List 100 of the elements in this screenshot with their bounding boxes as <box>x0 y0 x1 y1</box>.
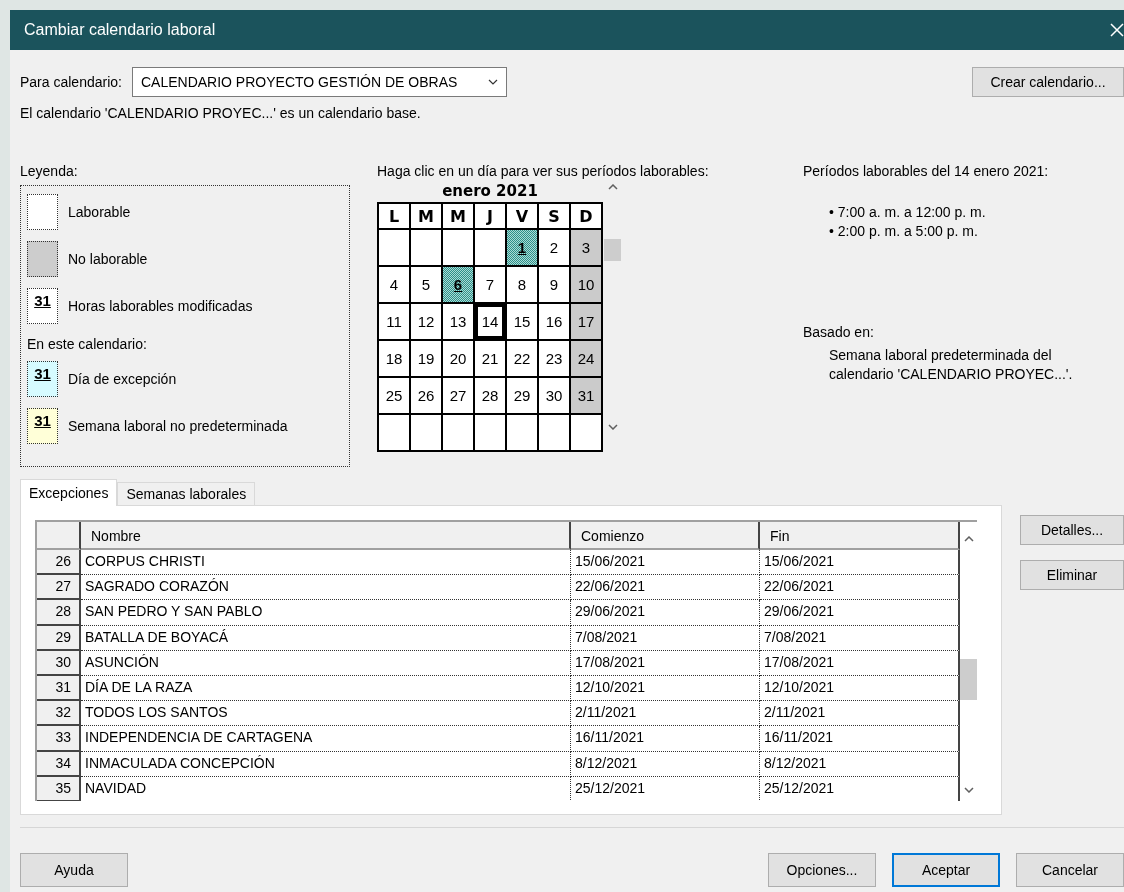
row-number: 29 <box>37 625 81 651</box>
row-number: 27 <box>37 575 81 601</box>
calendar-day[interactable]: 8 <box>507 267 537 302</box>
dialog-button[interactable]: Ayuda <box>20 853 128 887</box>
legend-sample: 31 <box>27 288 58 324</box>
legend-sample: 31 <box>27 408 58 444</box>
row-number: 26 <box>37 550 81 576</box>
weekday-header: J <box>475 204 505 228</box>
calendar-day[interactable]: 3 <box>571 230 601 265</box>
calendar-day[interactable]: 14 <box>475 304 505 339</box>
calendar-day[interactable]: 22 <box>507 341 537 376</box>
empty-day <box>475 415 505 450</box>
based-on-text: Semana laboral predeterminada del calendario 'CALENDARIO PROYEC...'. <box>829 346 1074 384</box>
table-cell: 29/06/2021 <box>571 600 760 626</box>
row-number: 33 <box>37 726 81 752</box>
header-cell <box>37 522 81 550</box>
weekday-header: M <box>443 204 473 228</box>
table-cell: 2/11/2021 <box>571 701 760 727</box>
table-cell: 2/11/2021 <box>760 701 960 727</box>
calendar-day[interactable]: 31 <box>571 378 601 413</box>
calendar-day[interactable]: 16 <box>539 304 569 339</box>
scrollbar-thumb[interactable] <box>604 239 621 261</box>
table-cell: 25/12/2021 <box>760 776 960 801</box>
table-cell: 7/08/2021 <box>571 625 760 651</box>
calendar-day[interactable]: 7 <box>475 267 505 302</box>
month-title: enero 2021 <box>441 181 539 202</box>
empty-day <box>539 415 569 450</box>
calendar-day[interactable]: 11 <box>379 304 409 339</box>
calendar-day[interactable]: 15 <box>507 304 537 339</box>
table-cell: BATALLA DE BOYACÁ <box>81 625 571 651</box>
calendar-day[interactable]: 10 <box>571 267 601 302</box>
dialog-button[interactable]: Cancelar <box>1016 853 1124 887</box>
empty-day <box>379 230 409 265</box>
dialog-button[interactable]: Opciones... <box>768 853 876 887</box>
legend-label: Horas laborables modificadas <box>68 298 253 314</box>
periods-title: Períodos laborables del 14 enero 2021: <box>803 162 1050 181</box>
tab[interactable]: Semanas laborales <box>117 482 256 505</box>
row-number: 35 <box>37 776 81 801</box>
legend-title: Leyenda: <box>20 162 79 180</box>
create-calendar-button[interactable]: Crear calendario... <box>972 67 1124 97</box>
calendar-day[interactable]: 27 <box>443 378 473 413</box>
calendar-day[interactable]: 17 <box>571 304 601 339</box>
empty-day <box>507 415 537 450</box>
delete-button[interactable]: Eliminar <box>1020 560 1124 590</box>
table-cell: 16/11/2021 <box>571 726 760 752</box>
calendar-day[interactable]: 21 <box>475 341 505 376</box>
calendar-day[interactable]: 30 <box>539 378 569 413</box>
weekday-header: L <box>379 204 409 228</box>
calendar-day[interactable]: 28 <box>475 378 505 413</box>
calendar-day[interactable]: 18 <box>379 341 409 376</box>
row-number: 31 <box>37 675 81 702</box>
table-cell: INMACULADA CONCEPCIÓN <box>81 751 571 777</box>
calendar-day[interactable]: 12 <box>411 304 441 339</box>
calendar-day[interactable]: 29 <box>507 378 537 413</box>
table-cell: 8/12/2021 <box>571 751 760 777</box>
window-title: Cambiar calendario laboral <box>24 21 217 39</box>
table-cell: SAGRADO CORAZÓN <box>81 575 571 601</box>
table-cell: CORPUS CHRISTI <box>81 550 571 576</box>
weekday-header: S <box>539 204 569 228</box>
empty-day <box>379 415 409 450</box>
empty-day <box>443 415 473 450</box>
calendar-day[interactable]: 20 <box>443 341 473 376</box>
table-cell: 17/08/2021 <box>571 650 760 676</box>
calendar-dropdown[interactable]: CALENDARIO PROYECTO GESTIÓN DE OBRAS <box>131 67 507 97</box>
scrollbar-thumb[interactable] <box>960 659 977 700</box>
table-cell: 25/12/2021 <box>571 776 760 801</box>
row-number: 28 <box>37 600 81 626</box>
calendar-day[interactable]: 6 <box>443 267 473 302</box>
calendar-day[interactable]: 9 <box>539 267 569 302</box>
legend-label: Semana laboral no predeterminada <box>68 418 288 434</box>
calendar-day[interactable]: 23 <box>539 341 569 376</box>
calendar-day[interactable]: 4 <box>379 267 409 302</box>
table-cell: 7/08/2021 <box>760 625 960 651</box>
column-header: Nombre <box>81 522 571 550</box>
working-period: • 7:00 a. m. a 12:00 p. m. <box>829 203 987 222</box>
calendar-day[interactable]: 19 <box>411 341 441 376</box>
empty-day <box>475 230 505 265</box>
chevron-up-icon[interactable] <box>607 184 618 190</box>
table-cell: 22/06/2021 <box>760 575 960 601</box>
calendar-day[interactable]: 2 <box>539 230 569 265</box>
table-cell: 29/06/2021 <box>760 600 960 626</box>
calendar-day[interactable]: 1 <box>507 230 537 265</box>
table-cell: 12/10/2021 <box>571 675 760 702</box>
calendar-day[interactable]: 24 <box>571 341 601 376</box>
calendar-day[interactable]: 25 <box>379 378 409 413</box>
table-cell: SAN PEDRO Y SAN PABLO <box>81 600 571 626</box>
dialog-button[interactable]: Aceptar <box>892 853 1000 887</box>
table-cell: 15/06/2021 <box>760 550 960 576</box>
table-cell: INDEPENDENCIA DE CARTAGENA <box>81 726 571 752</box>
empty-day <box>411 230 441 265</box>
tab[interactable]: Excepciones <box>20 479 118 506</box>
chevron-down-icon[interactable] <box>607 424 618 430</box>
chevron-down-icon[interactable] <box>963 787 974 793</box>
calendar-day[interactable]: 26 <box>411 378 441 413</box>
chevron-up-icon[interactable] <box>963 536 974 542</box>
calendar-day[interactable]: 5 <box>411 267 441 302</box>
details-button[interactable]: Detalles... <box>1020 515 1124 545</box>
close-icon[interactable] <box>1110 23 1124 37</box>
calendar-day[interactable]: 13 <box>443 304 473 339</box>
table-cell: NAVIDAD <box>81 776 571 801</box>
